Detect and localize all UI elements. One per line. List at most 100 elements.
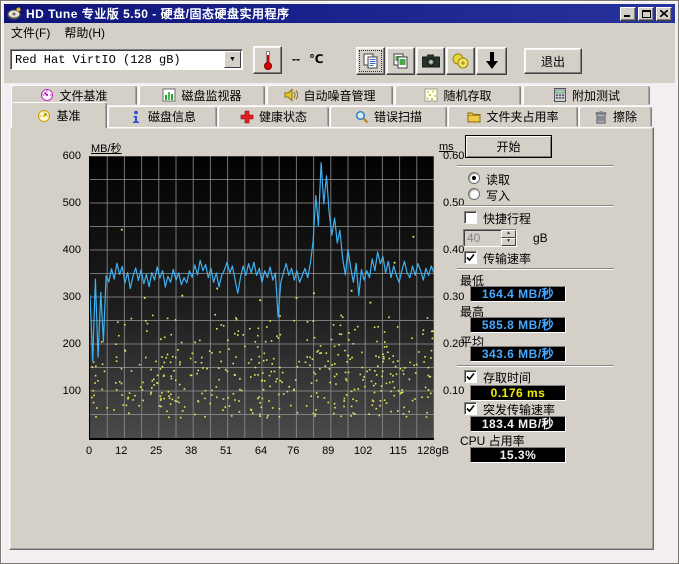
tab-label: 磁盘监视器 bbox=[181, 87, 241, 104]
left-axis-ticks: 600500400300200100 bbox=[39, 156, 83, 438]
tick-label: 500 bbox=[63, 197, 81, 209]
donate-button[interactable] bbox=[446, 47, 475, 75]
x-axis-ticks: 012253851647689102115128gB bbox=[89, 443, 434, 457]
short-stroke-spinner[interactable]: 40 ▲▼ bbox=[463, 229, 517, 247]
separator bbox=[457, 365, 614, 367]
menu-file[interactable]: 文件(F) bbox=[4, 22, 57, 43]
spin-up-icon[interactable]: ▲ bbox=[501, 230, 516, 238]
tick-label: 0.60 bbox=[443, 150, 464, 162]
gauge-yellow-icon bbox=[37, 109, 51, 123]
tick-label: 200 bbox=[63, 338, 81, 350]
tab-disk-info[interactable]: 磁盘信息 bbox=[108, 106, 217, 127]
avg-value-display: 343.6 MB/秒 bbox=[470, 346, 566, 362]
disk-monitor-icon bbox=[162, 88, 176, 102]
tab-label: 自动噪音管理 bbox=[303, 87, 375, 104]
benchmark-plot-svg bbox=[90, 156, 434, 438]
short-stroke-label: 快捷行程 bbox=[483, 210, 531, 227]
exit-button[interactable]: 退出 bbox=[524, 48, 582, 74]
burst-rate-checkbox[interactable] bbox=[464, 402, 477, 415]
speaker-icon bbox=[284, 88, 298, 102]
temperature-unit: ℃ bbox=[309, 52, 324, 66]
max-value-display: 585.8 MB/秒 bbox=[470, 317, 566, 333]
tab-label: 附加测试 bbox=[572, 87, 620, 104]
down-arrow-icon bbox=[485, 52, 499, 70]
separator bbox=[457, 205, 614, 207]
tick-label: 400 bbox=[63, 244, 81, 256]
tab-erase[interactable]: 擦除 bbox=[579, 106, 652, 127]
access-time-display: 0.176 ms bbox=[470, 385, 566, 401]
random-access-icon bbox=[424, 88, 438, 102]
transfer-rate-label: 传输速率 bbox=[483, 250, 531, 267]
menu-help[interactable]: 帮助(H) bbox=[57, 22, 112, 43]
min-value-display: 164.4 MB/秒 bbox=[470, 286, 566, 302]
write-radio[interactable] bbox=[468, 188, 480, 200]
burst-rate-display: 183.4 MB/秒 bbox=[470, 416, 566, 432]
health-cross-icon bbox=[240, 110, 254, 124]
app-icon bbox=[7, 7, 22, 21]
tab-random-access[interactable]: 随机存取 bbox=[395, 85, 521, 105]
tab-label: 擦除 bbox=[613, 108, 637, 125]
minimize-button[interactable] bbox=[620, 7, 636, 21]
read-radio-label: 读取 bbox=[486, 171, 510, 188]
temperature-value: -- bbox=[292, 52, 300, 66]
coins-icon bbox=[452, 53, 469, 69]
info-icon bbox=[129, 110, 143, 124]
short-stroke-unit: gB bbox=[533, 231, 548, 245]
tab-label: 健康状态 bbox=[259, 108, 307, 125]
window-title: HD Tune 专业版 5.50 - 硬盘/固态硬盘实用程序 bbox=[26, 5, 620, 22]
toolbar: Red Hat VirtIO (128 gB) ▼ -- ℃ bbox=[4, 42, 675, 83]
tick-label: 0.10 bbox=[443, 385, 464, 397]
menu-bar: 文件(F) 帮助(H) bbox=[4, 23, 675, 42]
access-time-checkbox[interactable] bbox=[464, 370, 477, 383]
gauge-magenta-icon bbox=[40, 88, 54, 102]
tab-folder-usage[interactable]: 文件夹占用率 bbox=[448, 106, 578, 127]
magnifier-icon bbox=[355, 110, 369, 124]
tick-label: 100 bbox=[63, 385, 81, 397]
chevron-down-icon[interactable]: ▼ bbox=[224, 51, 241, 68]
separator bbox=[457, 268, 614, 270]
tab-label: 磁盘信息 bbox=[148, 108, 196, 125]
short-stroke-checkbox[interactable] bbox=[464, 211, 477, 224]
tab-label: 基准 bbox=[56, 107, 80, 124]
tab-disk-monitor[interactable]: 磁盘监视器 bbox=[139, 85, 265, 105]
copy-text-button[interactable] bbox=[356, 47, 385, 75]
access-time-label: 存取时间 bbox=[483, 369, 531, 386]
tab-health[interactable]: 健康状态 bbox=[218, 106, 329, 127]
folder-icon bbox=[467, 110, 481, 124]
drive-select-value: Red Hat VirtIO (128 gB) bbox=[11, 53, 224, 67]
tick-label: 128gB bbox=[413, 445, 453, 457]
tick-label: 600 bbox=[63, 150, 81, 162]
maximize-button[interactable] bbox=[638, 7, 654, 21]
short-stroke-value: 40 bbox=[464, 230, 501, 246]
write-radio-label: 写入 bbox=[486, 187, 510, 204]
tick-label: 0.50 bbox=[443, 197, 464, 209]
spin-down-icon[interactable]: ▼ bbox=[501, 238, 516, 246]
tab-label: 错误扫描 bbox=[374, 108, 422, 125]
tab-benchmark[interactable]: 基准 bbox=[11, 102, 107, 128]
copy-text-icon bbox=[363, 53, 379, 70]
copy-image-icon bbox=[393, 53, 409, 70]
calculator-icon bbox=[553, 88, 567, 102]
title-bar[interactable]: HD Tune 专业版 5.50 - 硬盘/固态硬盘实用程序 bbox=[4, 4, 675, 23]
close-button[interactable] bbox=[656, 7, 672, 21]
tick-label: 0.30 bbox=[443, 291, 464, 303]
tab-error-scan[interactable]: 错误扫描 bbox=[330, 106, 447, 127]
separator bbox=[457, 165, 614, 167]
tab-label: 随机存取 bbox=[443, 87, 491, 104]
screenshot-button[interactable] bbox=[416, 47, 445, 75]
temperature-button[interactable] bbox=[253, 46, 282, 74]
thermometer-icon bbox=[264, 51, 272, 69]
tab-label: 文件基准 bbox=[59, 87, 107, 104]
save-results-button[interactable] bbox=[476, 47, 507, 75]
left-axis-unit: MB/秒 bbox=[91, 140, 122, 156]
drive-select[interactable]: Red Hat VirtIO (128 gB) ▼ bbox=[10, 49, 243, 70]
copy-image-button[interactable] bbox=[386, 47, 415, 75]
start-button[interactable]: 开始 bbox=[465, 135, 552, 158]
transfer-rate-checkbox[interactable] bbox=[464, 251, 477, 264]
cpu-usage-display: 15.3% bbox=[470, 447, 566, 463]
tab-aam[interactable]: 自动噪音管理 bbox=[267, 85, 393, 105]
tab-extra-tests[interactable]: 附加测试 bbox=[523, 85, 650, 105]
tab-control: 文件基准 磁盘监视器 自动噪音管理 随机存取 附加测试 基准 磁盘信息 bbox=[9, 85, 654, 550]
trash-icon bbox=[594, 110, 608, 124]
read-radio[interactable] bbox=[468, 172, 480, 184]
